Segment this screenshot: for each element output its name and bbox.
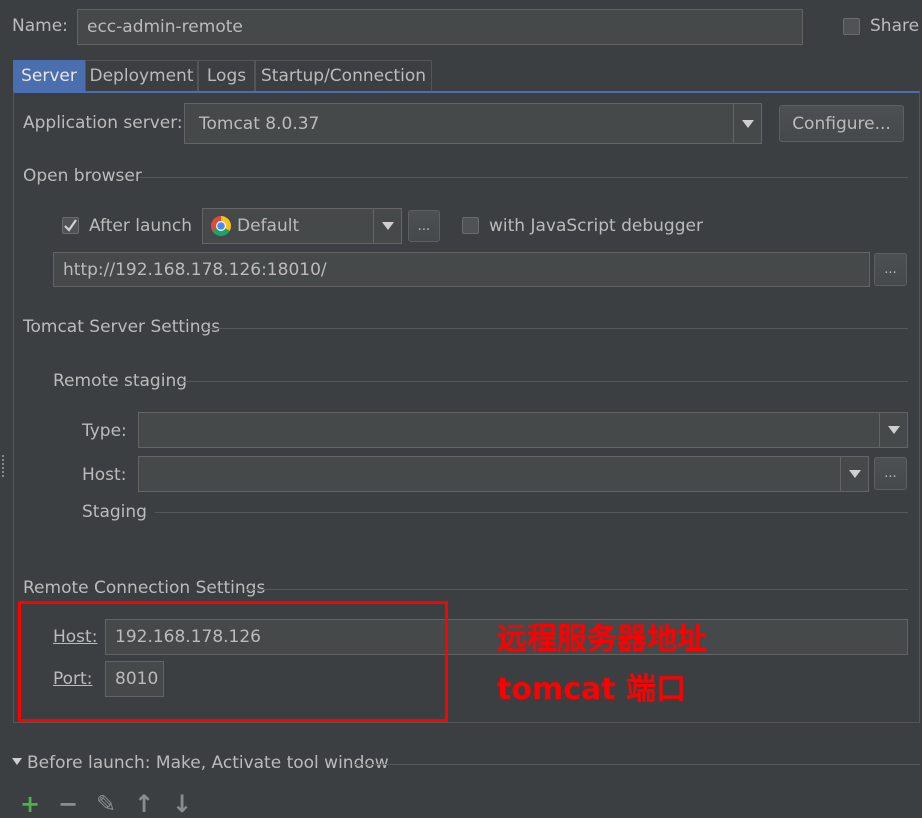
- edit-icon[interactable]: ✎: [96, 790, 116, 818]
- chrome-icon: [211, 216, 231, 236]
- remove-icon[interactable]: −: [58, 790, 78, 818]
- chevron-down-icon[interactable]: [879, 413, 907, 447]
- js-debugger-checkbox[interactable]: [462, 217, 479, 234]
- staging-type-label: Type:: [82, 421, 127, 441]
- application-server-label: Application server:: [23, 113, 183, 133]
- move-down-icon[interactable]: ↓: [172, 790, 192, 818]
- remote-connection-separator: [246, 589, 908, 590]
- name-label: Name:: [12, 16, 68, 36]
- expand-triangle-icon[interactable]: [12, 758, 22, 765]
- url-more-button[interactable]: ...: [874, 253, 907, 286]
- annotation-highlight-box: [18, 601, 448, 722]
- open-browser-title: Open browser: [23, 166, 142, 186]
- staging-type-combo[interactable]: [138, 412, 908, 448]
- annotation-host-note: 远程服务器地址: [497, 622, 707, 657]
- chevron-down-icon[interactable]: [733, 104, 761, 143]
- annotation-port-note: tomcat 端口: [497, 672, 687, 707]
- application-server-combo[interactable]: Tomcat 8.0.37: [184, 103, 762, 144]
- move-up-icon[interactable]: ↑: [134, 790, 154, 818]
- chevron-down-icon[interactable]: [373, 209, 401, 243]
- share-checkbox[interactable]: [843, 18, 860, 35]
- open-browser-separator: [138, 177, 908, 178]
- browser-value: Default: [237, 216, 300, 236]
- tab-deployment[interactable]: Deployment: [85, 60, 198, 91]
- resize-handle[interactable]: [2, 455, 8, 477]
- chevron-down-icon[interactable]: [840, 457, 868, 491]
- name-input[interactable]: ecc-admin-remote: [77, 9, 803, 45]
- before-launch-label[interactable]: Before launch: Make, Activate tool windo…: [27, 753, 389, 773]
- tab-logs[interactable]: Logs: [198, 60, 255, 91]
- remote-connection-title: Remote Connection Settings: [23, 578, 266, 598]
- remote-staging-title: Remote staging: [53, 371, 188, 391]
- url-input[interactable]: http://192.168.178.126:18010/: [53, 252, 870, 287]
- application-server-value: Tomcat 8.0.37: [199, 113, 320, 134]
- remote-staging-separator: [180, 381, 908, 382]
- add-icon[interactable]: +: [20, 790, 40, 818]
- before-launch-separator: [355, 764, 920, 765]
- share-label: Share: [870, 16, 920, 36]
- browser-combo[interactable]: Default: [202, 208, 402, 244]
- after-launch-label: After launch: [89, 216, 193, 236]
- tomcat-settings-title: Tomcat Server Settings: [23, 317, 221, 337]
- staging-label: Staging: [82, 502, 147, 522]
- js-debugger-label: with JavaScript debugger: [489, 216, 703, 236]
- configure-button[interactable]: Configure...: [779, 105, 904, 142]
- staging-host-label: Host:: [82, 465, 127, 485]
- staging-host-combo[interactable]: [138, 456, 869, 492]
- tomcat-settings-separator: [204, 328, 908, 329]
- staging-separator: [155, 512, 908, 513]
- staging-host-more-button[interactable]: ...: [874, 457, 907, 490]
- tab-startup-connection[interactable]: Startup/Connection: [255, 60, 432, 91]
- tab-server[interactable]: Server: [13, 60, 85, 91]
- after-launch-checkbox[interactable]: [62, 217, 79, 234]
- checkmark-icon: [64, 219, 77, 232]
- browser-more-button[interactable]: ...: [408, 210, 440, 242]
